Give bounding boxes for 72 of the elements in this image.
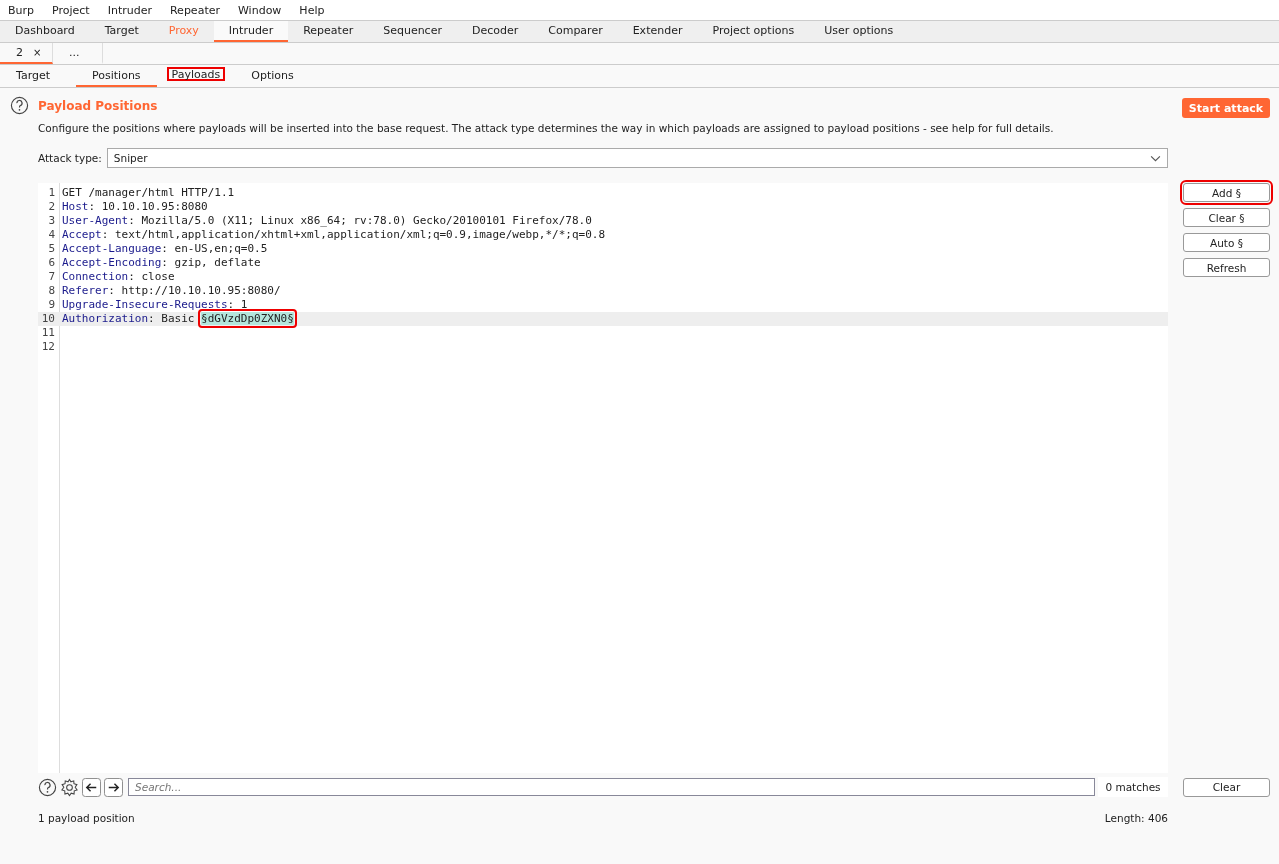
position-button[interactable]: Clear § [1183,208,1270,227]
attack-tab[interactable]: ... [53,43,103,64]
attack-tab[interactable]: 2 × [0,43,53,64]
request-text: : text/html,application/xhtml+xml,application/xml;q=0.9,image/webp,*/*;q=0.8 [101,228,606,241]
sub-tab[interactable]: Options [235,65,310,87]
line-number: 5 [47,242,56,256]
header-name: Accept-Language [62,242,162,255]
request-text: : gzip, deflate [161,256,261,269]
main-tab[interactable]: Repeater [288,21,369,42]
payload-marker: §dGVzdDp0ZXN0§ [201,312,294,325]
menu-item[interactable]: Window [238,3,282,17]
main-tab[interactable]: Project options [697,21,810,42]
position-button[interactable]: Auto § [1183,233,1270,252]
close-icon[interactable]: × [33,47,42,58]
header-name: Accept [62,228,102,241]
request-text: : en-US,en;q=0.5 [161,242,268,255]
section-title: Payload Positions [38,98,158,113]
help-icon[interactable] [38,777,57,797]
line-number: 9 [47,298,56,312]
sub-tab[interactable]: Target [0,65,67,87]
match-count: 0 matches [1098,777,1168,797]
request-text: : 1 [227,298,248,311]
help-icon[interactable] [10,96,29,115]
request-text: : http://10.10.10.95:8080/ [108,284,281,297]
line-number: 1 [47,186,56,200]
header-name: Upgrade-Insecure-Requests [62,298,228,311]
line-number: 12 [40,340,56,354]
main-tab[interactable]: Dashboard [0,21,90,42]
menu-item[interactable]: Burp [8,3,35,17]
line-number: 3 [47,214,56,228]
header-name: Authorization [62,312,149,325]
payload-count: 1 payload position [38,812,135,824]
line-number: 10 [40,312,56,326]
section-description: Configure the positions where payloads will be inserted into the base request. The attack type determines the way in which payloads are assigned to payload positions - see help for full details. [38,122,1054,134]
main-tab[interactable]: Comparer [533,21,618,42]
header-name: Host [62,200,89,213]
main-tab[interactable]: Decoder [456,21,534,42]
main-tab[interactable]: Target [89,21,154,42]
sub-tab[interactable]: Positions [76,65,157,87]
menu-item[interactable]: Project [52,3,90,17]
header-name: Accept-Encoding [62,256,162,269]
main-tab[interactable]: User options [809,21,909,42]
menu-item[interactable]: Repeater [169,3,220,17]
sub-tab[interactable]: Payloads [166,67,226,85]
header-name: Connection [62,270,129,283]
line-number: 6 [47,256,56,270]
attack-type-dropdown[interactable]: Sniper [106,148,1168,168]
menu-item[interactable]: Intruder [107,3,152,17]
header-name: Referer [62,284,109,297]
main-tab[interactable]: Sequencer [368,21,457,42]
menu-item[interactable]: Help [299,3,325,17]
settings-icon[interactable] [60,777,79,797]
line-number: 2 [47,200,56,214]
request-text: : close [128,270,175,283]
request-text: : 10.10.10.95:8080 [88,200,208,213]
request-length: Length: 406 [1104,812,1168,824]
attack-type-label: Attack type: [38,152,102,164]
line-number: 8 [47,284,56,298]
line-number: 11 [40,326,56,340]
search-field[interactable]: Search... [128,778,1095,796]
header-name: User-Agent [62,214,129,227]
line-number: 7 [47,270,56,284]
main-tab[interactable]: Intruder [213,21,289,42]
request-text: GET /manager/html HTTP/1.1 [62,186,235,199]
chevron-icon [1150,154,1161,162]
request-text: : Basic [148,312,196,325]
line-number: 4 [47,228,56,242]
request-text: : Mozilla/5.0 (X11; Linux x86_64; rv:78.0) Gecko/20100101 Firefox/78.0 [128,214,592,227]
position-button[interactable]: Add § [1183,183,1270,202]
clear-button[interactable]: Clear [1183,777,1270,797]
position-button[interactable]: Refresh [1183,258,1270,277]
main-tab[interactable]: Extender [617,21,698,42]
